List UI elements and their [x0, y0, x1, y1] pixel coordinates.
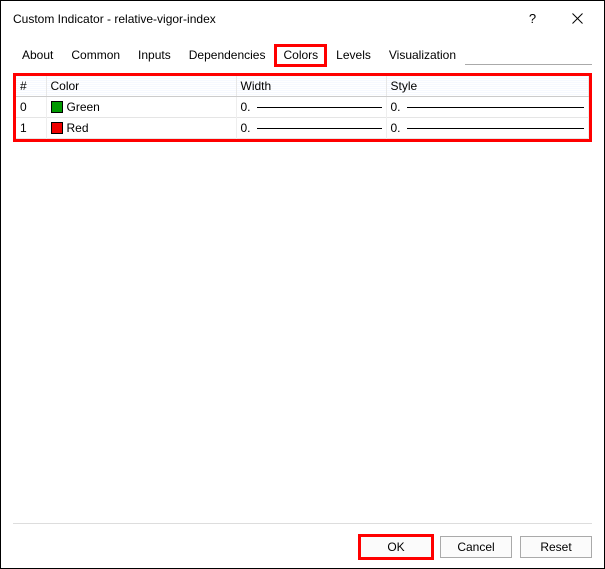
color-swatch-icon: [51, 122, 63, 134]
button-bar: OK Cancel Reset: [360, 536, 592, 558]
window-title: Custom Indicator - relative-vigor-index: [13, 12, 510, 26]
titlebar: Custom Indicator - relative-vigor-index …: [1, 1, 604, 36]
cell-style[interactable]: 0.: [386, 118, 589, 139]
cell-width[interactable]: 0.: [236, 118, 386, 139]
color-name: Green: [67, 100, 100, 114]
line-preview-icon: [257, 107, 382, 108]
color-name: Red: [67, 121, 89, 135]
tab-label: Common: [71, 48, 120, 62]
cell-color[interactable]: Green: [46, 97, 236, 118]
button-label: Cancel: [457, 540, 494, 554]
tab-content: # Color Width Style 0 Green 0.: [13, 73, 592, 528]
button-label: OK: [387, 540, 404, 554]
dialog-window: Custom Indicator - relative-vigor-index …: [0, 0, 605, 569]
tab-about[interactable]: About: [13, 44, 62, 65]
tab-label: About: [22, 48, 53, 62]
help-button[interactable]: ?: [510, 5, 555, 33]
table-row[interactable]: 1 Red 0. 0.: [16, 118, 589, 139]
tab-inputs[interactable]: Inputs: [129, 44, 180, 65]
tab-visualization[interactable]: Visualization: [380, 44, 465, 65]
tab-label: Inputs: [138, 48, 171, 62]
tab-label: Levels: [336, 48, 371, 62]
tab-dependencies[interactable]: Dependencies: [180, 44, 275, 65]
cell-width[interactable]: 0.: [236, 97, 386, 118]
style-value: 0.: [391, 100, 405, 114]
tabstrip: About Common Inputs Dependencies Colors …: [13, 44, 592, 65]
width-value: 0.: [241, 100, 255, 114]
width-value: 0.: [241, 121, 255, 135]
tab-colors[interactable]: Colors: [274, 44, 327, 66]
header-width[interactable]: Width: [236, 76, 386, 97]
colors-table-wrap: # Color Width Style 0 Green 0.: [13, 73, 592, 142]
style-value: 0.: [391, 121, 405, 135]
cell-index: 1: [16, 118, 46, 139]
tab-levels[interactable]: Levels: [327, 44, 380, 65]
tab-label: Dependencies: [189, 48, 266, 62]
cancel-button[interactable]: Cancel: [440, 536, 512, 558]
cell-style[interactable]: 0.: [386, 97, 589, 118]
header-index[interactable]: #: [16, 76, 46, 97]
close-button[interactable]: [555, 5, 600, 33]
table-row[interactable]: 0 Green 0. 0.: [16, 97, 589, 118]
line-preview-icon: [257, 128, 382, 129]
cell-index: 0: [16, 97, 46, 118]
cell-color[interactable]: Red: [46, 118, 236, 139]
line-preview-icon: [407, 128, 585, 129]
colors-table: # Color Width Style 0 Green 0.: [16, 76, 589, 139]
color-swatch-icon: [51, 101, 63, 113]
table-header-row: # Color Width Style: [16, 76, 589, 97]
tab-label: Visualization: [389, 48, 456, 62]
ok-button[interactable]: OK: [360, 536, 432, 558]
line-preview-icon: [407, 107, 585, 108]
close-icon: [572, 13, 583, 24]
tab-label: Colors: [283, 48, 318, 62]
button-label: Reset: [540, 540, 571, 554]
header-color[interactable]: Color: [46, 76, 236, 97]
reset-button[interactable]: Reset: [520, 536, 592, 558]
header-style[interactable]: Style: [386, 76, 589, 97]
footer-divider: [13, 523, 592, 524]
tab-common[interactable]: Common: [62, 44, 129, 65]
